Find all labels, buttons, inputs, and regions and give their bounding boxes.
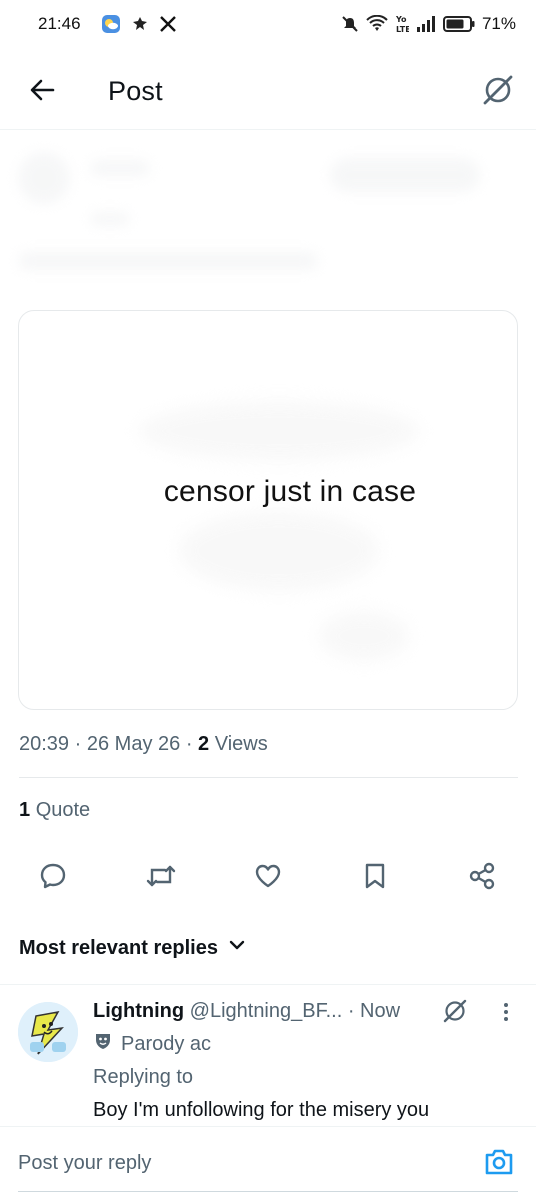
reply-text: Boy I'm unfollowing for the misery you <box>93 1099 430 1121</box>
views-count: 2 <box>198 733 210 755</box>
reply-icon <box>38 861 68 896</box>
arrow-left-icon <box>28 76 56 109</box>
camera-button[interactable] <box>482 1147 516 1181</box>
bookmark-button[interactable] <box>353 856 397 900</box>
volte-icon: Yo LTE <box>395 14 409 34</box>
page-title: Post <box>108 76 163 106</box>
weather-icon <box>101 14 121 34</box>
post-time: 20:39 <box>19 733 70 755</box>
reply-more-button[interactable] <box>494 1000 518 1028</box>
action-bar <box>0 856 536 904</box>
top-app-bar: Post <box>0 56 536 130</box>
parody-badge: Parody ac <box>93 1031 211 1057</box>
post-meta: 20:39 · 26 May 26 · 2 Views <box>19 733 268 756</box>
quote-count: 1 <box>19 799 31 821</box>
post-date: 26 May 26 <box>86 733 181 755</box>
more-vertical-icon <box>503 1002 509 1027</box>
avatar[interactable] <box>18 1002 78 1062</box>
reply-input[interactable] <box>18 1152 438 1175</box>
mute-icon <box>341 15 359 33</box>
grok-icon <box>442 998 468 1029</box>
notification-icon <box>131 15 149 33</box>
meta-separator: · <box>74 733 82 755</box>
svg-text:LTE: LTE <box>396 25 409 34</box>
meta-separator: · <box>185 733 193 755</box>
reply-author-handle[interactable]: @Lightning_BF... <box>190 1000 343 1022</box>
replying-to: Replying to <box>93 1066 194 1088</box>
svg-text:Yo: Yo <box>395 15 407 24</box>
divider <box>18 1191 518 1192</box>
grok-button[interactable] <box>478 72 518 112</box>
camera-icon <box>483 1147 515 1182</box>
repost-button[interactable] <box>139 856 183 900</box>
chevron-down-icon <box>228 936 246 960</box>
reply-compose-bar <box>0 1126 536 1200</box>
divider <box>19 777 518 778</box>
media-caption-text: censor just in case <box>163 475 417 508</box>
replies-sort-dropdown[interactable]: Most relevant replies <box>19 936 246 960</box>
reply-button[interactable] <box>31 856 75 900</box>
parody-label: Parody ac <box>121 1032 212 1055</box>
hidden-author-area <box>0 140 536 290</box>
repost-icon <box>145 861 177 896</box>
battery-percent: 71% <box>481 14 516 33</box>
share-icon <box>467 861 497 896</box>
share-button[interactable] <box>460 856 504 900</box>
post-media-card[interactable]: censor just in case <box>18 310 518 710</box>
replies-heading: Most relevant replies <box>19 936 218 959</box>
grok-icon <box>481 73 515 112</box>
status-time: 21:46 <box>38 14 81 33</box>
signal-icon <box>416 15 436 33</box>
status-bar: 21:46 Yo LTE 71% <box>0 0 536 48</box>
wifi-icon <box>366 15 388 33</box>
quote-label: Quote <box>35 799 91 821</box>
divider <box>0 984 536 985</box>
x-icon <box>159 15 177 33</box>
reply-time: · Now <box>347 1000 401 1022</box>
like-icon <box>253 861 283 896</box>
battery-icon <box>442 15 475 33</box>
back-button[interactable] <box>24 74 60 110</box>
reply-author-name[interactable]: Lightning <box>93 1000 184 1022</box>
views-label: Views <box>214 733 268 755</box>
reply-item[interactable]: Lightning @Lightning_BF... · Now Parody … <box>0 986 536 1126</box>
like-button[interactable] <box>246 856 290 900</box>
parody-mask-icon <box>93 1031 113 1057</box>
quotes-link[interactable]: 1 Quote <box>19 799 90 822</box>
bookmark-icon <box>360 861 390 896</box>
reply-header: Lightning @Lightning_BF... · Now <box>93 1000 453 1023</box>
reply-grok-button[interactable] <box>440 998 470 1028</box>
